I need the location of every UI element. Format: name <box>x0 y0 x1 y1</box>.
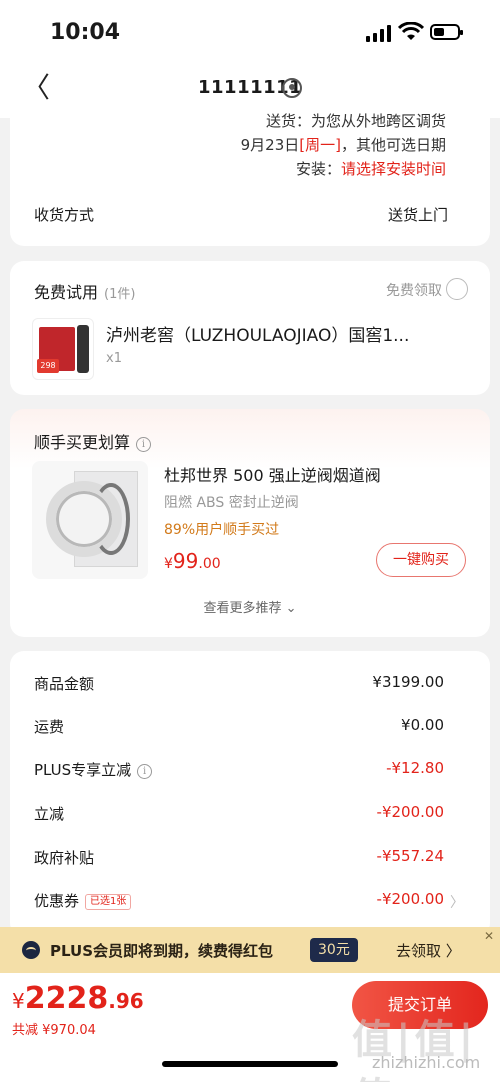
summary-row: 政府补贴 -¥557.24 <box>34 847 444 867</box>
watermark-url: zhizhizhi.com <box>372 1053 481 1072</box>
trial-title: 免费试用 (1件) <box>34 279 135 303</box>
summary-row: 立减 -¥200.00 <box>34 803 444 823</box>
battery-icon <box>430 24 463 40</box>
plus-bonus-amount: 30元 <box>310 938 358 962</box>
coupon-row[interactable]: 优惠券 已选1张 -¥200.00 <box>34 890 444 914</box>
chevron-right-icon[interactable]: 〉 <box>450 892 464 912</box>
recommend-title: 顺手买更划算 i <box>34 429 152 453</box>
plus-banner-text: PLUS会员即将到期，续费得红包 <box>50 942 274 960</box>
recommend-product-name[interactable]: 杜邦世界 500 强止逆阀烟道阀 <box>164 462 381 486</box>
install-line[interactable]: 安装：请选择安装时间 <box>296 158 446 179</box>
trial-count: (1件) <box>104 287 136 302</box>
recommend-bought-rate: 89%用户顺手买过 <box>164 522 280 538</box>
status-bar: 10:04 <box>0 0 500 62</box>
coupon-badge: 已选1张 <box>85 894 132 910</box>
claim-label: 免费领取 <box>386 283 442 299</box>
thumb-tag: 298 <box>37 359 59 373</box>
trial-product-image[interactable]: 298 <box>32 318 94 380</box>
summary-row: 商品金额 ¥3199.00 <box>34 673 444 693</box>
wifi-icon <box>398 22 424 40</box>
location-icon[interactable] <box>282 78 302 98</box>
plus-claim-link[interactable]: 去领取 〉 <box>396 940 461 961</box>
total-saved: 共减 ¥970.04 <box>12 1023 96 1038</box>
plus-banner[interactable]: PLUS会员即将到期，续费得红包 30元 去领取 〉 ✕ <box>0 927 500 973</box>
other-dates-text: ，其他可选日期 <box>340 136 446 154</box>
ship-method-label: 收货方式 <box>34 206 95 224</box>
delivery-card: 送货：为您从外地跨区调货 9月23日[周一]，其他可选日期 安装：请选择安装时间… <box>10 100 490 246</box>
one-click-buy-button[interactable]: 一键购买 <box>376 543 466 577</box>
trial-title-text: 免费试用 <box>34 283 99 302</box>
plus-info-icon[interactable]: i <box>137 764 153 779</box>
free-trial-card: 免费试用 (1件) 免费领取 298 泸州老窖（LUZHOULAOJIAO）国窖1… <box>10 261 490 395</box>
delivery-date: 9月23日 <box>240 136 300 154</box>
info-icon[interactable]: i <box>136 437 152 452</box>
install-label: 安装： <box>295 160 341 178</box>
recommend-subtitle: 阻燃 ABS 密封止逆阀 <box>164 495 299 511</box>
trial-product-name[interactable]: 泸州老窖（LUZHOULAOJIAO）国窖1... <box>106 321 466 346</box>
summary-row: 运费 ¥0.00 <box>34 716 444 736</box>
recommend-price: ¥99.00 <box>164 549 221 573</box>
total-price: ¥2228.96 <box>12 981 144 1016</box>
delivery-weekday: [周一] <box>299 136 341 154</box>
delivery-date-line[interactable]: 9月23日[周一]，其他可选日期 <box>241 134 446 155</box>
status-time: 10:04 <box>50 20 121 45</box>
signal-icon <box>366 24 391 42</box>
delivery-note: 送货：为您从外地跨区调货 <box>265 112 446 130</box>
recommend-product-image[interactable] <box>32 461 148 579</box>
back-icon[interactable]: 〈 <box>22 74 50 102</box>
claim-radio[interactable] <box>446 278 468 300</box>
plus-logo-icon <box>22 941 40 959</box>
summary-row: PLUS专享立减 i -¥12.80 <box>34 759 444 779</box>
recommend-card: 顺手买更划算 i 杜邦世界 500 强止逆阀烟道阀 阻燃 ABS 密封止逆阀 89… <box>10 409 490 637</box>
ship-method-value[interactable]: 送货上门 <box>388 204 448 225</box>
price-summary-card: 商品金额 ¥3199.00 运费 ¥0.00 PLUS专享立减 i -¥12.80… <box>10 651 490 937</box>
recommend-title-text: 顺手买更划算 <box>34 433 131 452</box>
install-value: 请选择安装时间 <box>340 160 446 178</box>
more-recommend-link[interactable]: 查看更多推荐 ⌄ <box>10 597 490 616</box>
trial-qty: x1 <box>106 351 122 366</box>
close-icon[interactable]: ✕ <box>484 929 494 943</box>
home-indicator[interactable] <box>162 1061 338 1067</box>
